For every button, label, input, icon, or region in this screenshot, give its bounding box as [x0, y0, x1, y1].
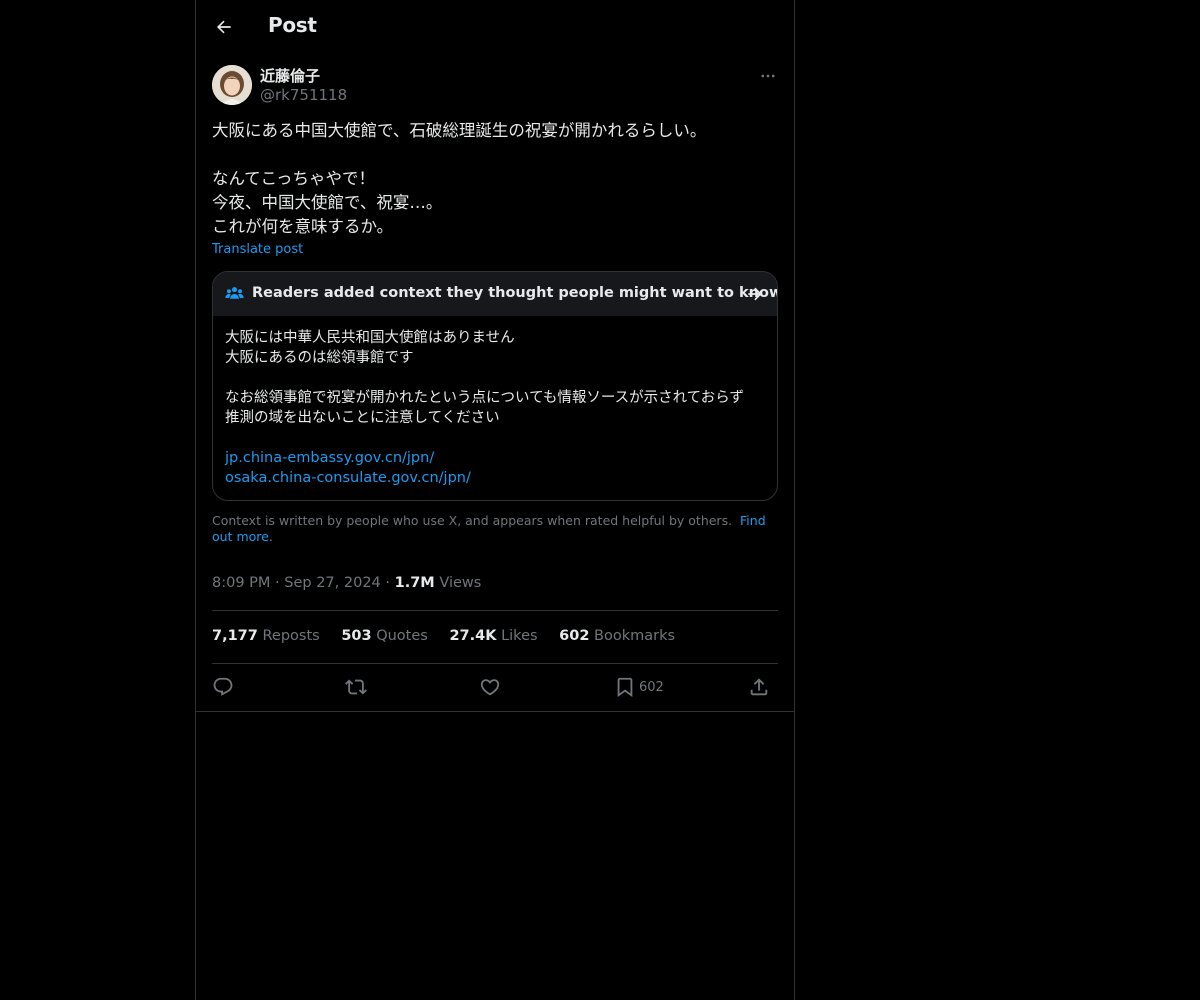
share-icon — [750, 678, 768, 696]
post-line: なんてこっちゃやで！ — [212, 169, 376, 188]
post-line: 大阪にある中国大使館で、石破総理誕生の祝宴が開かれるらしい。 — [212, 121, 707, 140]
community-note-header[interactable]: Readers added context they thought peopl… — [213, 272, 777, 316]
likes-stat[interactable]: 27.4K Likes — [449, 628, 537, 644]
post-bottom-border — [196, 711, 794, 712]
repost-button[interactable] — [345, 674, 367, 700]
page-title: Post — [268, 13, 317, 37]
avatar-image — [212, 65, 252, 105]
note-line: 大阪には中華人民共和国大使館はありません — [225, 330, 515, 346]
post-stats: 7,177 Reposts 503 Quotes 27.4K Likes 602… — [212, 628, 692, 644]
bookmark-icon — [617, 677, 633, 698]
author-name[interactable]: 近藤倫子 — [260, 65, 320, 86]
back-arrow-icon — [216, 20, 231, 34]
note-source-link[interactable]: jp.china-embassy.gov.cn/jpn/ — [225, 448, 770, 468]
avatar[interactable] — [212, 65, 252, 105]
meta-separator: · — [275, 575, 280, 591]
quotes-stat[interactable]: 503 Quotes — [341, 628, 428, 644]
community-note: Readers added context they thought peopl… — [212, 271, 778, 501]
views-count: 1.7M — [394, 575, 435, 591]
views-label: Views — [439, 575, 482, 591]
share-button[interactable] — [748, 674, 770, 700]
like-button[interactable] — [479, 674, 501, 700]
stat-count: 602 — [559, 628, 590, 644]
more-icon — [761, 74, 775, 78]
arrow-right-icon — [748, 287, 762, 301]
bookmark-button[interactable]: 602 — [614, 674, 664, 700]
bookmarks-stat[interactable]: 602 Bookmarks — [559, 628, 675, 644]
people-icon — [225, 287, 244, 299]
stat-label: Likes — [501, 628, 538, 644]
divider — [212, 610, 778, 611]
stat-label: Reposts — [262, 628, 320, 644]
meta-separator: · — [385, 575, 390, 591]
stat-label: Quotes — [376, 628, 428, 644]
disclaimer-text: Context is written by people who use X, … — [212, 513, 733, 528]
more-button[interactable] — [754, 62, 782, 90]
post-line: 今夜、中国大使館で、祝宴…。 — [212, 193, 443, 212]
post-line — [212, 143, 778, 167]
reposts-stat[interactable]: 7,177 Reposts — [212, 628, 320, 644]
note-line: 大阪にあるのは総領事館です — [225, 350, 414, 366]
reply-button[interactable] — [212, 674, 234, 700]
post-date[interactable]: Sep 27, 2024 — [284, 575, 381, 591]
post-meta: 8:09 PM · Sep 27, 2024 · 1.7M Views — [212, 575, 481, 591]
page-header: Post — [196, 0, 794, 54]
repost-icon — [345, 679, 367, 695]
post-text: 大阪にある中国大使館で、石破総理誕生の祝宴が開かれるらしい。 なんてこっちゃやで… — [212, 119, 778, 239]
note-source-link[interactable]: osaka.china-consulate.gov.cn/jpn/ — [225, 468, 770, 488]
post-time[interactable]: 8:09 PM — [212, 575, 270, 591]
stat-count: 7,177 — [212, 628, 258, 644]
action-bar: 602 — [212, 674, 778, 700]
divider — [212, 663, 778, 664]
stat-count: 27.4K — [449, 628, 497, 644]
bookmark-count: 602 — [639, 679, 664, 695]
stat-label: Bookmarks — [594, 628, 676, 644]
reply-icon — [213, 677, 233, 696]
note-line: 推測の域を出ないことに注意してください — [225, 410, 500, 426]
community-note-body: 大阪には中華人民共和国大使館はありません 大阪にあるのは総領事館です なお総領事… — [225, 328, 770, 488]
note-line — [225, 428, 770, 448]
author-handle[interactable]: @rk751118 — [260, 86, 347, 104]
post-column: Post 近藤倫子 @rk751118 大阪にある中国大使館で、石破総理誕生の祝… — [195, 0, 795, 1000]
back-button[interactable] — [208, 11, 240, 43]
post-line: これが何を意味するか。 — [212, 217, 394, 236]
context-disclaimer: Context is written by people who use X, … — [212, 513, 778, 545]
note-line — [225, 368, 770, 388]
like-icon — [480, 679, 500, 696]
note-line: なお総領事館で祝宴が開かれたという点についても情報ソースが示されておらず — [225, 390, 744, 406]
stat-count: 503 — [341, 628, 372, 644]
community-note-title: Readers added context they thought peopl… — [252, 285, 778, 301]
translate-post-link[interactable]: Translate post — [212, 242, 303, 257]
